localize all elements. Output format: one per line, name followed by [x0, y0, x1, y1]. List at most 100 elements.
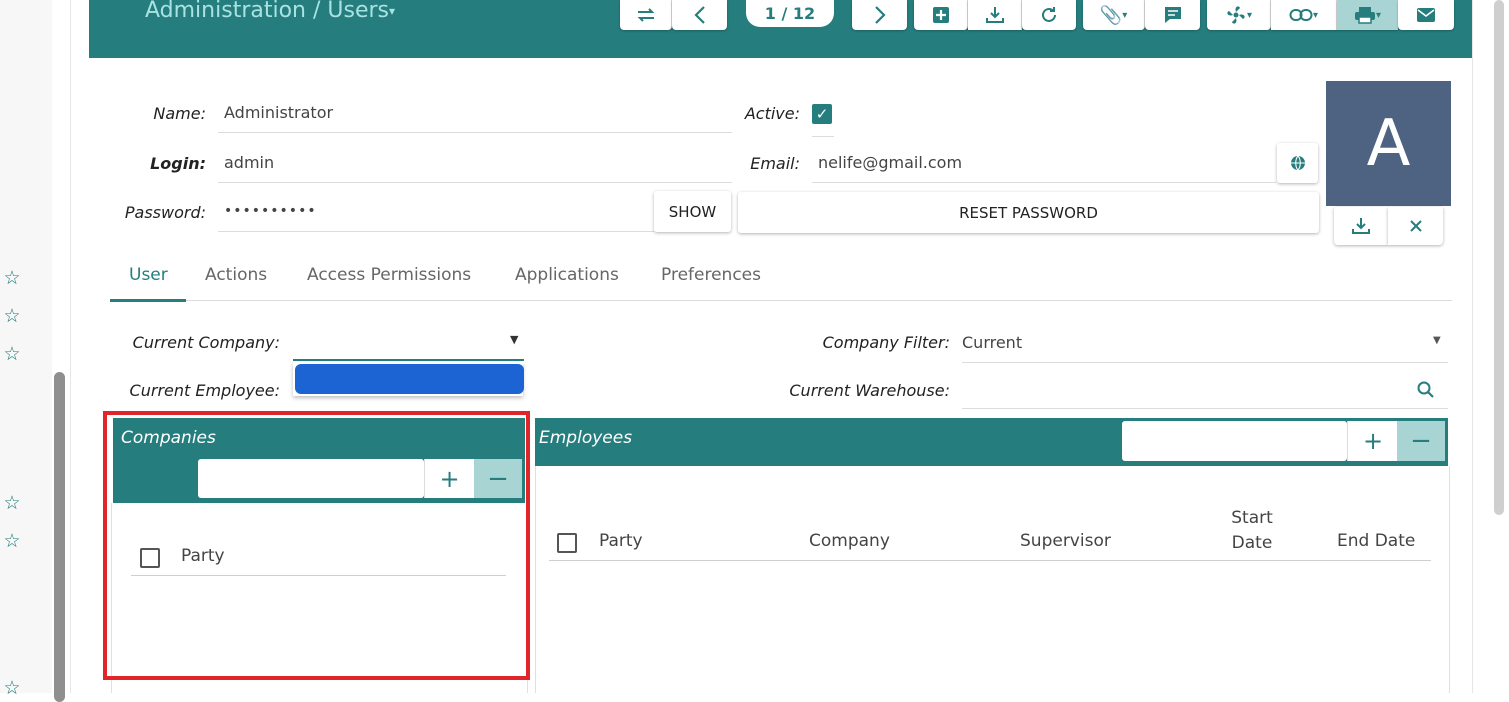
action-caret-icon: ▾ [1246, 9, 1253, 21]
next-icon [874, 6, 886, 24]
login-underline [218, 182, 732, 183]
tab-bar-divider [110, 300, 1452, 301]
email-input[interactable]: nelife@gmail.com [818, 153, 962, 172]
note-button[interactable] [1145, 0, 1200, 30]
favorite-star-icon[interactable]: ☆ [2, 268, 22, 288]
login-input[interactable]: admin [224, 153, 274, 172]
save-icon [985, 7, 1004, 23]
plus-icon: + [1362, 427, 1384, 455]
tab-user[interactable]: User [129, 265, 168, 285]
company-filter-caret-icon[interactable]: ▼ [1433, 335, 1441, 346]
favorite-star-icon[interactable]: ☆ [2, 678, 22, 698]
employees-header-underline [549, 560, 1431, 561]
current-warehouse-underline [962, 408, 1448, 409]
employees-column-end-date[interactable]: End Date [1337, 531, 1415, 551]
login-label: Login: [150, 154, 206, 173]
current-employee-label: Current Employee: [129, 381, 280, 400]
employees-title: Employees [539, 428, 633, 448]
attachment-caret-icon: ▾ [1122, 9, 1128, 21]
favorite-star-icon[interactable]: ☆ [2, 306, 22, 326]
password-underline [218, 231, 654, 232]
title-caret-icon: ▾ [389, 4, 396, 18]
password-input[interactable]: •••••••••• [224, 203, 317, 219]
globe-icon [1290, 155, 1305, 171]
email-button[interactable] [1398, 0, 1454, 30]
company-filter-label: Company Filter: [822, 333, 950, 352]
note-icon [1164, 7, 1181, 23]
tab-access-permissions[interactable]: Access Permissions [307, 265, 471, 285]
show-password-button[interactable]: SHOW [654, 191, 731, 232]
record-counter[interactable]: 1 / 12 [746, 0, 834, 27]
reset-password-button[interactable]: RESET PASSWORD [738, 192, 1319, 233]
active-underline [812, 136, 834, 137]
warehouse-search-button[interactable] [1417, 381, 1435, 403]
reload-icon [1042, 7, 1056, 22]
favorite-star-icon[interactable]: ☆ [2, 493, 22, 513]
current-company-underline [293, 359, 524, 361]
employees-add-button[interactable]: + [1347, 421, 1398, 461]
title-text: Administration / Users [145, 0, 389, 23]
email-icon [1417, 8, 1435, 22]
relate-caret-icon: ▾ [1312, 9, 1319, 21]
employees-column-start-date[interactable]: Start Date [1218, 506, 1286, 556]
company-dropdown-option[interactable] [295, 364, 524, 394]
name-underline [218, 132, 732, 133]
action-icon [1227, 6, 1245, 24]
tab-actions[interactable]: Actions [205, 265, 267, 285]
print-icon [1354, 7, 1375, 24]
relate-icon [1289, 9, 1313, 21]
search-icon [1417, 381, 1434, 398]
action-button[interactable]: ▾ [1207, 0, 1271, 30]
employees-column-company[interactable]: Company [809, 531, 890, 551]
email-label: Email: [750, 154, 800, 173]
avatar-download-button[interactable] [1334, 207, 1388, 245]
name-input[interactable]: Administrator [224, 103, 333, 122]
page-title[interactable]: Administration / Users▾ [145, 0, 395, 23]
switch-icon [637, 8, 654, 22]
highlight-box [103, 411, 530, 680]
new-icon [932, 7, 949, 23]
prev-icon [693, 6, 705, 24]
previous-button[interactable] [672, 0, 727, 30]
favorite-star-icon[interactable]: ☆ [2, 344, 22, 364]
favorite-star-icon[interactable]: ☆ [2, 531, 22, 551]
page-scrollbar[interactable] [1494, 0, 1504, 515]
print-button[interactable]: ▾ [1337, 0, 1398, 30]
next-button[interactable] [852, 0, 907, 30]
password-label: Password: [124, 203, 206, 222]
employees-select-all-checkbox[interactable] [557, 533, 577, 553]
print-caret-icon: ▾ [1375, 9, 1382, 21]
content-edge [1472, 0, 1473, 693]
switch-view-button[interactable] [620, 0, 672, 30]
company-filter-select[interactable]: Current [962, 333, 1022, 352]
dropdown-caret-icon[interactable]: ▼ [510, 333, 518, 346]
tab-preferences[interactable]: Preferences [661, 265, 761, 285]
employees-remove-button[interactable]: − [1397, 421, 1445, 461]
active-tab-indicator [110, 299, 186, 302]
company-filter-underline [962, 362, 1448, 363]
current-company-label: Current Company: [132, 333, 280, 352]
employees-column-supervisor[interactable]: Supervisor [1020, 531, 1111, 551]
attachment-button[interactable]: 📎 ▾ [1083, 0, 1145, 30]
save-button[interactable] [968, 0, 1022, 30]
download-icon [1352, 218, 1370, 234]
tab-applications[interactable]: Applications [515, 265, 619, 285]
avatar-clear-button[interactable] [1388, 207, 1443, 245]
open-email-button[interactable] [1277, 143, 1318, 183]
current-warehouse-label: Current Warehouse: [789, 381, 950, 400]
employees-column-party[interactable]: Party [599, 531, 643, 551]
sidebar-scrollbar[interactable] [54, 372, 65, 702]
new-record-button[interactable] [914, 0, 968, 30]
employees-list [535, 466, 1450, 693]
active-label: Active: [744, 104, 800, 123]
attachment-icon: 📎 [1099, 4, 1123, 26]
active-checkbox[interactable]: ✓ [812, 104, 832, 124]
avatar[interactable]: A [1326, 81, 1451, 206]
close-icon [1409, 220, 1422, 232]
name-label: Name: [153, 104, 206, 123]
minus-icon: − [1410, 426, 1432, 456]
employees-search-input[interactable] [1122, 421, 1347, 461]
email-underline [812, 182, 1276, 183]
reload-button[interactable] [1022, 0, 1076, 30]
relate-button[interactable]: ▾ [1271, 0, 1337, 30]
